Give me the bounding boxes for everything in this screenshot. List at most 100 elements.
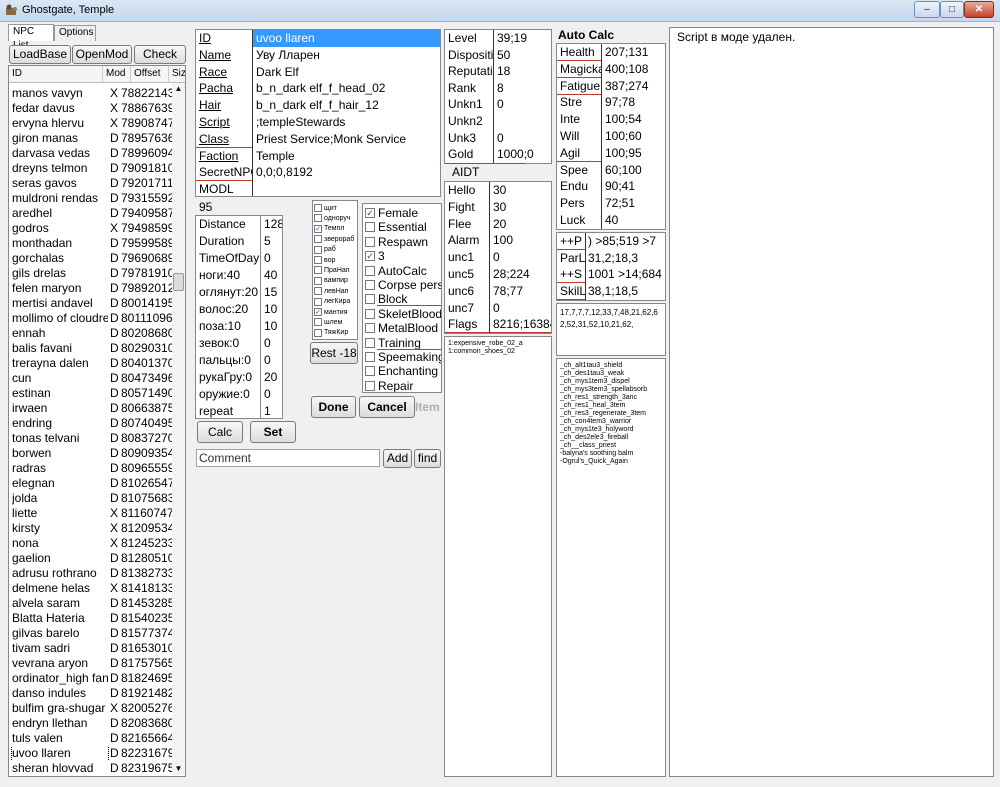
table-row[interactable]: balis favani D 80290310 — [9, 341, 175, 356]
stat-value[interactable] — [494, 113, 551, 130]
equip-checkbox[interactable]: раб — [314, 245, 357, 255]
table-row[interactable]: irwaen D 80663875 — [9, 401, 175, 416]
anim-value[interactable]: 5 — [261, 233, 282, 250]
stat-value[interactable]: 39;19 — [494, 30, 551, 47]
load-base-button[interactable]: LoadBase — [9, 45, 71, 64]
comment-input[interactable]: Comment — [196, 449, 380, 467]
calc-button[interactable]: Calc — [197, 421, 243, 443]
table-row[interactable]: liette X 81160747 — [9, 506, 175, 521]
anim-value[interactable]: 1 — [261, 403, 282, 420]
table-row[interactable]: Blatta Hateria D 81540235 — [9, 611, 175, 626]
column-header-offset[interactable]: Offset — [131, 66, 169, 83]
table-row[interactable]: monthadan D 79599589 — [9, 236, 175, 251]
table-row[interactable]: fedar davus X 78867639 — [9, 101, 175, 116]
attribute-value[interactable]: 97;78 — [602, 94, 665, 111]
stat-value[interactable]: 50 — [494, 47, 551, 64]
done-button[interactable]: Done — [311, 396, 356, 418]
equip-checkbox[interactable]: одноруч — [314, 213, 357, 223]
table-row[interactable]: ervyna hlervu X 78908747 — [9, 116, 175, 131]
table-row[interactable]: uvoo llaren D 82231679 — [9, 746, 175, 761]
equip-checkbox[interactable]: зверораб — [314, 234, 357, 244]
scroll-up-arrow-icon[interactable]: ▲ — [172, 83, 185, 95]
aidt-value[interactable]: 0 — [490, 300, 551, 317]
equip-checkbox[interactable]: вор — [314, 255, 357, 265]
flag-checkbox[interactable]: Essential — [365, 220, 441, 234]
anim-value[interactable]: 0 — [261, 352, 282, 369]
flag-checkbox[interactable]: Respawn — [365, 235, 441, 249]
maximize-button[interactable]: □ — [940, 1, 964, 18]
table-row[interactable]: trerayna dalen D 80401370 — [9, 356, 175, 371]
flag-checkbox[interactable]: SkeletBlood — [365, 307, 441, 321]
table-row[interactable]: seras gavos D 79201711 — [9, 176, 175, 191]
minimize-button[interactable]: – — [914, 1, 940, 18]
column-header-size[interactable]: Size — [169, 66, 185, 83]
anim-value[interactable]: 20 — [261, 369, 282, 386]
table-row[interactable]: radras D 80965559 — [9, 461, 175, 476]
attribute-value[interactable]: 40 — [602, 212, 665, 229]
anim-value[interactable]: 0 — [261, 250, 282, 267]
equip-checkbox[interactable]: левНап — [314, 286, 357, 296]
flag-checkbox[interactable]: Speemaking — [365, 350, 441, 364]
add-button[interactable]: Add — [383, 449, 412, 468]
equip-checkbox[interactable]: ТяжКир — [314, 328, 357, 338]
spell-item[interactable]: -Ogrul's_Quick_Again — [560, 457, 628, 466]
skill-summary-value[interactable]: 1001 >14;684 — [585, 266, 665, 283]
flag-checkbox[interactable]: Corpse persi — [365, 278, 441, 292]
aidt-value[interactable]: 30 — [490, 199, 551, 216]
field-value-hair[interactable]: b_n_dark elf_f_hair_12 — [253, 97, 440, 114]
skill-summary-value[interactable]: ) >85;519 >7 — [585, 233, 665, 250]
table-row[interactable]: endring D 80740495 — [9, 416, 175, 431]
attribute-value[interactable]: 90;41 — [602, 178, 665, 195]
field-value-pacha[interactable]: b_n_dark elf_f_head_02 — [253, 80, 440, 97]
skill-summary-value[interactable]: 38,1;18,5 — [585, 283, 665, 300]
flag-checkbox[interactable]: Enchanting — [365, 364, 441, 378]
flag-checkbox[interactable]: MetalBlood — [365, 321, 441, 335]
script-text-area[interactable]: Script в моде удален. — [669, 27, 994, 777]
table-row[interactable]: ordinator_high fan D 81824695 — [9, 671, 175, 686]
inventory-item[interactable]: 1:common_shoes_02 — [448, 347, 515, 356]
anim-value[interactable]: 0 — [261, 386, 282, 403]
field-value-script[interactable]: ;templeStewards — [253, 114, 440, 131]
stat-value[interactable]: 0 — [494, 96, 551, 113]
field-value-name[interactable]: Уву Лларен — [253, 47, 440, 64]
stat-value[interactable]: 8 — [494, 80, 551, 97]
table-row[interactable]: bulfim gra-shugar X 82005276 — [9, 701, 175, 716]
equip-checkbox[interactable]: ✓ Темпл — [314, 224, 357, 234]
attribute-value[interactable]: 60;100 — [602, 162, 665, 179]
table-row[interactable]: danso indules D 81921482 — [9, 686, 175, 701]
flag-checkbox[interactable]: Block — [365, 292, 441, 306]
table-row[interactable]: gilvas barelo D 81577374 — [9, 626, 175, 641]
field-value-id[interactable]: uvoo llaren — [253, 30, 440, 47]
attribute-value[interactable]: 100;54 — [602, 111, 665, 128]
table-row[interactable]: tuls valen D 82165664 — [9, 731, 175, 746]
column-header-mod[interactable]: Mod — [103, 66, 131, 83]
stat-value[interactable]: 1000;0 — [494, 146, 551, 163]
attribute-value[interactable]: 72;51 — [602, 195, 665, 212]
aidt-value[interactable]: 28;224 — [490, 266, 551, 283]
table-row[interactable]: darvasa vedas D 78996094 — [9, 146, 175, 161]
rest-button[interactable]: Rest -18 — [310, 342, 358, 364]
anim-value[interactable]: 40 — [261, 267, 282, 284]
table-row[interactable]: nona X 81245233 — [9, 536, 175, 551]
equip-checkbox[interactable]: щит — [314, 203, 357, 213]
anim-value[interactable]: 15 — [261, 284, 282, 301]
table-row[interactable]: gorchalas D 79690689 — [9, 251, 175, 266]
aidt-value[interactable]: 100 — [490, 232, 551, 249]
table-row[interactable]: mollimo of cloudre D 80111096 — [9, 311, 175, 326]
field-value-class[interactable]: Priest Service;Monk Service — [253, 131, 440, 148]
flag-checkbox[interactable]: Repair — [365, 379, 441, 392]
inventory-list[interactable]: 1:expensive_robe_02_a 1:common_shoes_02 — [444, 336, 552, 777]
open-mod-button[interactable]: OpenMod — [72, 45, 132, 64]
table-row[interactable]: alvela saram D 81453285 — [9, 596, 175, 611]
field-value-modl[interactable] — [253, 181, 440, 198]
scroll-thumb[interactable] — [173, 273, 184, 291]
list-scrollbar[interactable]: ▲ ▼ — [172, 83, 185, 775]
table-row[interactable]: gils drelas D 79781910 — [9, 266, 175, 281]
attribute-value[interactable]: 207;131 — [602, 44, 665, 61]
aidt-value[interactable]: 30 — [490, 182, 551, 199]
table-row[interactable]: tivam sadri D 81653010 — [9, 641, 175, 656]
field-value-secretnpc[interactable]: 0,0;0,8192 — [253, 164, 440, 181]
flag-checkbox[interactable]: AutoCalc — [365, 264, 441, 278]
anim-value[interactable]: 10 — [261, 318, 282, 335]
table-row[interactable]: sheran hlovvad D 82319675 — [9, 761, 175, 776]
